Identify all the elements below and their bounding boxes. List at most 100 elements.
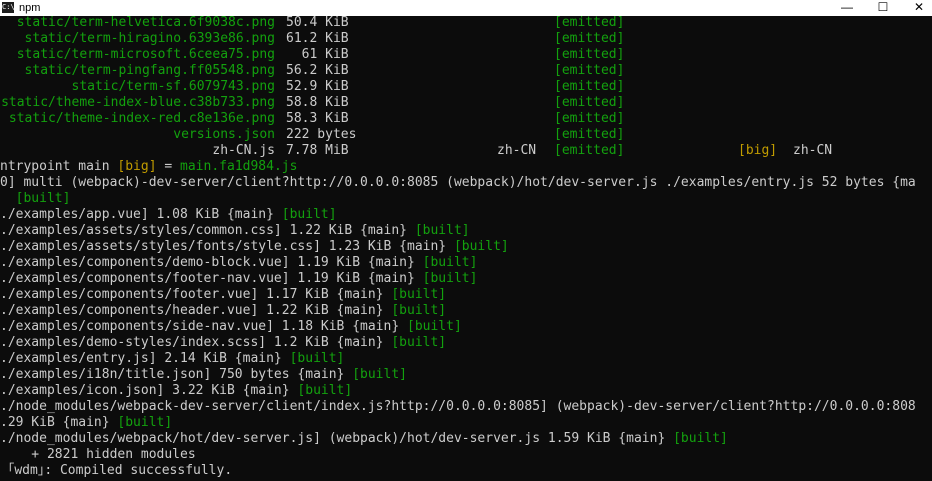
asset-size: 7.78 MiB [286, 143, 349, 158]
log-line: ./node_modules/webpack-dev-server/client… [0, 399, 916, 415]
built-tag: [built] [391, 303, 447, 318]
log-text: .29 KiB {main} [0, 415, 118, 430]
log-text: ./examples/components/footer.vue] 1.17 K… [0, 287, 392, 302]
asset-name: static/term-microsoft.6ceea75.png [16, 47, 275, 62]
asset-size: 52.9 KiB [286, 79, 349, 94]
log-text: ./examples/entry.js] 2.14 KiB {main} [0, 351, 290, 366]
asset-row: zh-CN.js 7.78 MiB zh-CN [emitted] [big] zh-CN [0, 143, 932, 159]
log-text: ./examples/components/footer-nav.vue] 1.… [0, 271, 423, 286]
log-text: + 2821 hidden modules [0, 447, 196, 462]
built-tag: [built] [289, 351, 345, 366]
built-tag: [built] [297, 383, 353, 398]
log-line: ./examples/i18n/title.json] 750 bytes {m… [0, 367, 407, 383]
log-line: ./examples/components/footer-nav.vue] 1.… [0, 271, 477, 287]
log-text: ./examples/i18n/title.json] 750 bytes {m… [0, 367, 353, 382]
log-line: 0] multi (webpack)-dev-server/client?htt… [0, 175, 916, 191]
asset-status: [emitted] [554, 63, 625, 78]
log-line: ./examples/icon.json] 3.22 KiB {main} [b… [0, 383, 352, 399]
asset-row: static/term-pingfang.ff05548.png 56.2 KiB… [0, 63, 932, 79]
asset-name: static/term-hiragino.6393e86.png [24, 31, 275, 46]
log-line: ./examples/assets/styles/fonts/style.css… [0, 239, 509, 255]
log-line: ./examples/app.vue] 1.08 KiB {main} [bui… [0, 207, 337, 223]
log-line: ./examples/components/demo-block.vue] 1.… [0, 255, 477, 271]
asset-name: static/term-helvetica.6f9038c.png [16, 16, 275, 30]
asset-row: static/theme-index-red.c8e136e.png 58.3 K… [0, 111, 932, 127]
entrypoint-line: ntrypoint main [big] = main.fa1d984.js [0, 159, 297, 175]
log-text: ./examples/components/side-nav.vue] 1.18… [0, 319, 407, 334]
asset-row: static/term-sf.6079743.png 52.9 KiB [emitt… [0, 79, 932, 95]
asset-size: 61.2 KiB [286, 31, 349, 46]
built-tag: [built] [352, 367, 407, 382]
built-tag: [built] [407, 319, 462, 334]
asset-status: [emitted] [554, 47, 625, 62]
log-line: ./examples/components/side-nav.vue] 1.18… [0, 319, 462, 335]
built-tag: [built] [281, 207, 337, 222]
log-text: ｢wdm｣ [0, 463, 45, 478]
asset-name: static/theme-index-red.c8e136e.png [8, 111, 275, 126]
log-text: : Compiled successfully. [44, 463, 233, 478]
built-tag: [built] [422, 271, 478, 286]
asset-flag: [big] [738, 143, 778, 158]
asset-row: static/term-hiragino.6393e86.png 61.2 KiB… [0, 31, 932, 47]
asset-size: 61 KiB [286, 47, 349, 62]
log-line: [built] [0, 191, 71, 207]
asset-row: versions.json 222 bytes [emitted] [0, 127, 932, 143]
asset-status: [emitted] [554, 127, 625, 142]
asset-status: [emitted] [554, 16, 625, 30]
asset-status: [emitted] [554, 31, 625, 46]
terminal-icon: C:\ [2, 2, 15, 13]
asset-name: zh-CN.js [212, 143, 275, 158]
log-line: ./examples/demo-styles/index.scss] 1.2 K… [0, 335, 446, 351]
entrypoint-label: ntrypoint main [0, 159, 118, 174]
asset-size: 58.8 KiB [286, 95, 349, 110]
asset-row: static/theme-index-blue.c38b733.png 58.8 … [0, 95, 932, 111]
asset-name: static/theme-index-blue.c38b733.png [1, 95, 275, 110]
entrypoint-equals: = [156, 159, 181, 174]
log-text: ./examples/app.vue] 1.08 KiB {main} [0, 207, 282, 222]
log-text: ./examples/components/header.vue] 1.22 K… [0, 303, 392, 318]
log-line: ./examples/entry.js] 2.14 KiB {main} [bu… [0, 351, 344, 367]
asset-size: 50.4 KiB [286, 16, 349, 30]
asset-status: [emitted] [554, 111, 625, 126]
asset-size: 58.3 KiB [286, 111, 349, 126]
built-tag: [built] [673, 431, 728, 446]
asset-name: static/term-sf.6079743.png [71, 79, 276, 94]
window-titlebar: C:\ npm — ☐ ✕ [0, 0, 932, 16]
built-tag: [built] [414, 223, 470, 238]
asset-chunk-name: zh-CN [793, 143, 833, 158]
entrypoint-file: main.fa1d984.js [180, 159, 298, 174]
log-text: ./examples/icon.json] 3.22 KiB {main} [0, 383, 298, 398]
built-tag: [built] [0, 191, 71, 206]
asset-status: [emitted] [554, 95, 625, 110]
log-line: ｢wdm｣: Compiled successfully. [0, 463, 232, 479]
asset-status: [emitted] [554, 79, 625, 94]
built-tag: [built] [391, 287, 447, 302]
log-text: 0] multi (webpack)-dev-server/client?htt… [0, 175, 916, 190]
entrypoint-big-flag: [big] [117, 159, 157, 174]
asset-name: static/term-pingfang.ff05548.png [24, 63, 275, 78]
asset-chunk: zh-CN [497, 143, 537, 158]
built-tag: [built] [422, 255, 478, 270]
window-title: npm [19, 2, 41, 14]
asset-status: [emitted] [554, 143, 625, 158]
log-text: ./examples/assets/styles/fonts/style.css… [0, 239, 454, 254]
log-line: ./node_modules/webpack/hot/dev-server.js… [0, 431, 728, 447]
log-text: ./node_modules/webpack-dev-server/client… [0, 399, 916, 414]
log-text: ./examples/components/demo-block.vue] 1.… [0, 255, 423, 270]
log-line: + 2821 hidden modules [0, 447, 196, 463]
asset-size: 222 bytes [286, 127, 357, 142]
log-line: .29 KiB {main} [built] [0, 415, 172, 431]
log-line: ./examples/components/footer.vue] 1.17 K… [0, 287, 446, 303]
log-text: ./examples/assets/styles/common.css] 1.2… [0, 223, 415, 238]
log-line: ./examples/components/header.vue] 1.22 K… [0, 303, 446, 319]
terminal-output[interactable]: static/term-helvetica.6f9038c.png 50.4 Ki… [0, 16, 932, 481]
log-line: ./examples/assets/styles/common.css] 1.2… [0, 223, 470, 239]
asset-row: static/term-microsoft.6ceea75.png 61 KiB… [0, 47, 932, 63]
built-tag: [built] [117, 415, 173, 430]
built-tag: [built] [453, 239, 509, 254]
close-button[interactable]: ✕ [896, 0, 932, 16]
log-text: ./examples/demo-styles/index.scss] 1.2 K… [0, 335, 392, 350]
asset-name: versions.json [173, 127, 275, 142]
asset-size: 56.2 KiB [286, 63, 349, 78]
log-text: ./node_modules/webpack/hot/dev-server.js… [0, 431, 674, 446]
